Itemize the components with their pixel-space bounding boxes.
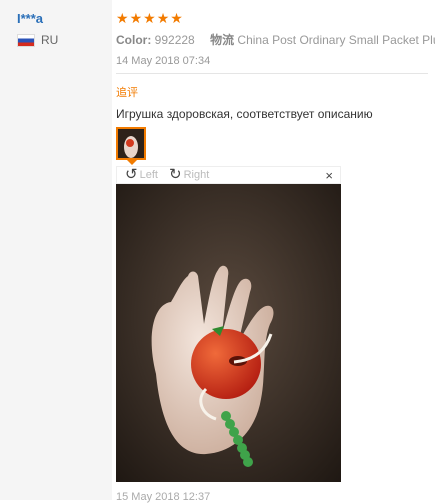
star-icon: ★: [129, 10, 143, 26]
rotate-right-label: Right: [183, 169, 210, 181]
shipping-label: 物流: [210, 33, 235, 47]
rotate-right-icon: ↻: [169, 166, 182, 183]
reviewer-name[interactable]: I***a: [17, 11, 43, 26]
close-icon[interactable]: ×: [325, 169, 333, 182]
thumbnail-image: [118, 129, 144, 158]
thumbnail-pointer: [127, 160, 137, 165]
rotate-left-icon: ↺: [125, 166, 138, 183]
star-icon: ★: [116, 10, 129, 26]
review-text: Игрушка здоровская, соответствует описан…: [116, 107, 373, 121]
reviewer-country: RU: [17, 33, 58, 47]
image-viewer-toolbar: ↺ Left ↻ Right ×: [116, 166, 341, 184]
star-icon: ★: [170, 10, 183, 26]
photo-thumbnail[interactable]: [116, 127, 146, 160]
star-icon: ★: [143, 10, 156, 26]
review-photo-image: [116, 184, 341, 482]
rotate-left-label: Left: [139, 169, 158, 181]
flag-icon: [17, 33, 35, 47]
additional-feedback-label: 追评: [116, 87, 138, 99]
review-date: 14 May 2018 07:34: [116, 55, 211, 67]
shipping-value: China Post Ordinary Small Packet Plus: [237, 33, 435, 47]
reviewer-panel: I***a RU: [0, 0, 112, 500]
rotate-left-button[interactable]: ↺ Left: [125, 166, 158, 183]
order-info: Color: 992228 物流 China Post Ordinary Sma…: [116, 31, 435, 48]
star-icon: ★: [156, 10, 170, 26]
color-value: 992228: [154, 33, 195, 47]
color-label: Color:: [116, 33, 152, 47]
review-photo: [116, 184, 341, 482]
country-code: RU: [41, 33, 59, 47]
divider: [116, 73, 428, 74]
next-review-date: 15 May 2018 12:37: [116, 491, 211, 503]
star-rating: ★ ★ ★ ★ ★: [116, 11, 183, 25]
rotate-right-button[interactable]: ↻ Right: [169, 166, 210, 183]
